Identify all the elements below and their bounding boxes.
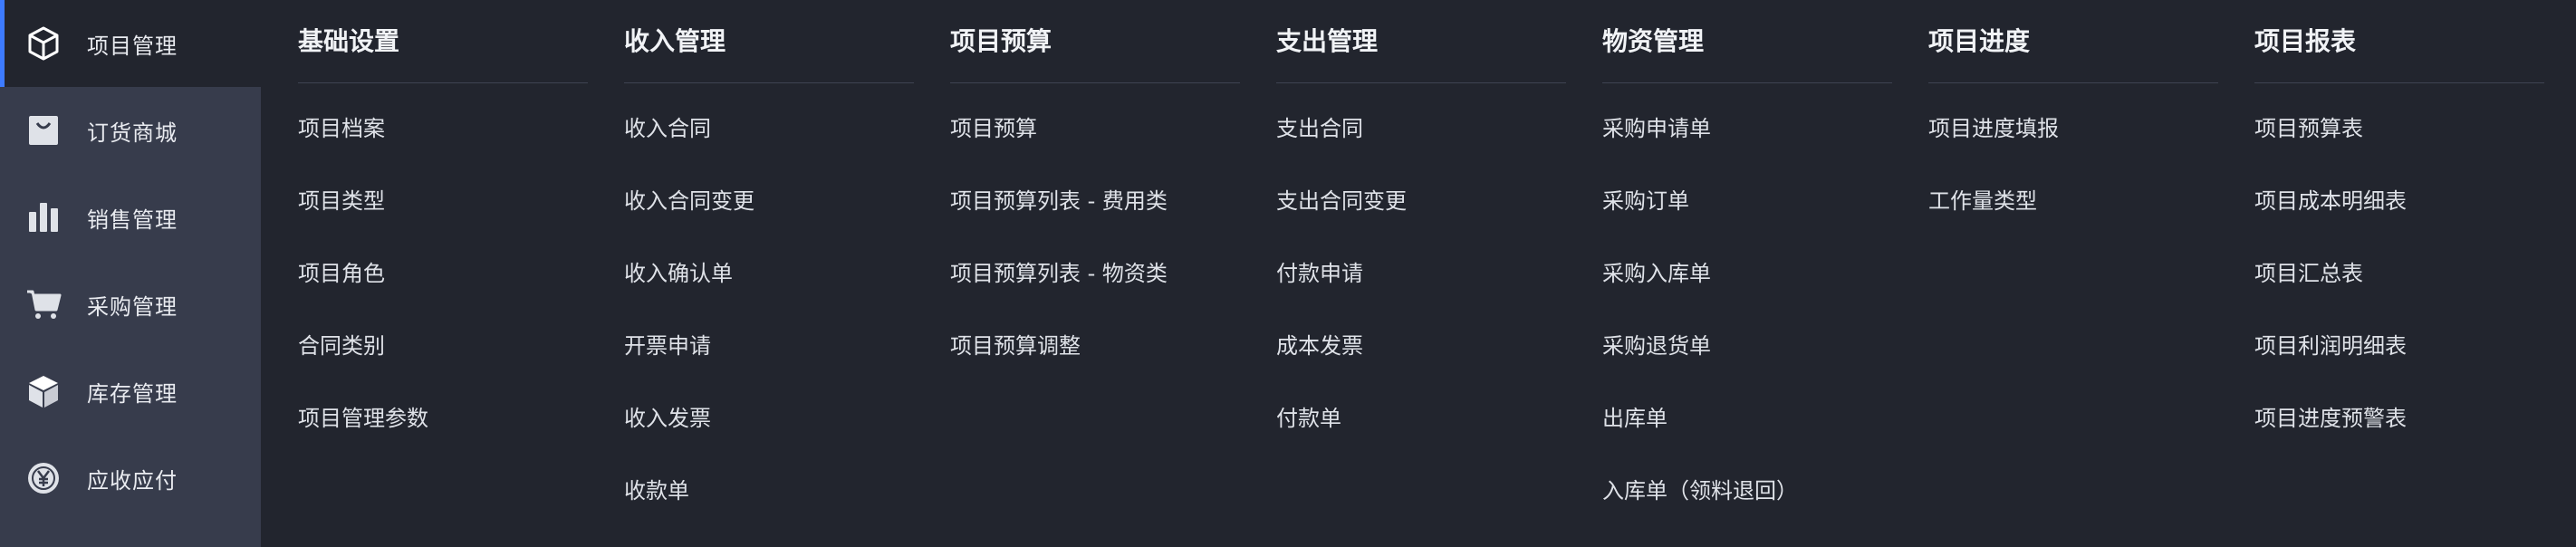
yen-coin-icon: [25, 460, 62, 496]
menu-item[interactable]: 项目汇总表: [2254, 252, 2544, 324]
menu-item[interactable]: 项目角色: [298, 252, 588, 324]
menu-item[interactable]: 出库单: [1602, 397, 1892, 469]
sidebar-item-label: 库存管理: [87, 380, 178, 407]
sidebar-item-project-management[interactable]: 项目管理: [0, 0, 261, 87]
cube-icon: [25, 373, 62, 409]
column-title: 物资管理: [1602, 0, 1892, 83]
sidebar-item-purchase-management[interactable]: 采购管理: [0, 261, 261, 348]
sidebar-item-inventory-management[interactable]: 库存管理: [0, 348, 261, 435]
menu-item[interactable]: 项目管理参数: [298, 397, 588, 469]
menu-item[interactable]: 采购申请单: [1602, 107, 1892, 179]
column-title: 项目进度: [1928, 0, 2218, 83]
sidebar-item-label: 销售管理: [87, 206, 178, 233]
menu-item[interactable]: 收入发票: [624, 397, 914, 469]
menu-item[interactable]: 项目预算调整: [950, 324, 1240, 397]
menu-item[interactable]: 项目进度预警表: [2254, 397, 2544, 469]
sidebar-item-sales-management[interactable]: 销售管理: [0, 174, 261, 261]
menu-item[interactable]: 采购退货单: [1602, 324, 1892, 397]
column-title: 基础设置: [298, 0, 588, 83]
menu-item[interactable]: 项目预算列表 - 费用类: [950, 179, 1240, 252]
sidebar-item-label: 应收应付: [87, 467, 178, 494]
menu-item[interactable]: 合同类别: [298, 324, 588, 397]
menu-item[interactable]: 开票申请: [624, 324, 914, 397]
column-title: 项目报表: [2254, 0, 2544, 83]
submenu-panel: 基础设置 项目档案 项目类型 项目角色 合同类别 项目管理参数 收入管理 收入合…: [261, 0, 2576, 547]
sidebar-item-order-mall[interactable]: 订货商城: [0, 87, 261, 174]
menu-item[interactable]: 采购订单: [1602, 179, 1892, 252]
menu-column-basic-settings: 基础设置 项目档案 项目类型 项目角色 合同类别 项目管理参数: [298, 0, 588, 469]
sidebar-item-label: 项目管理: [87, 33, 178, 59]
sidebar-item-label: 采购管理: [87, 293, 178, 320]
column-title: 收入管理: [624, 0, 914, 83]
menu-column-project-budget: 项目预算 项目预算 项目预算列表 - 费用类 项目预算列表 - 物资类 项目预算…: [950, 0, 1240, 397]
box-icon: [25, 25, 62, 62]
menu-item[interactable]: 入库单（领料退回）: [1602, 469, 1892, 542]
sidebar-item-label: 订货商城: [87, 120, 178, 146]
menu-column-income-management: 收入管理 收入合同 收入合同变更 收入确认单 开票申请 收入发票 收款单: [624, 0, 914, 542]
menu-item[interactable]: 项目档案: [298, 107, 588, 179]
menu-item[interactable]: 成本发票: [1276, 324, 1566, 397]
menu-item[interactable]: 项目利润明细表: [2254, 324, 2544, 397]
shopping-cart-icon: [25, 286, 62, 322]
menu-item[interactable]: 收款单: [624, 469, 914, 542]
menu-column-project-progress: 项目进度 项目进度填报 工作量类型: [1928, 0, 2218, 252]
menu-item[interactable]: 项目预算: [950, 107, 1240, 179]
menu-item[interactable]: 收入确认单: [624, 252, 914, 324]
menu-item[interactable]: 支出合同: [1276, 107, 1566, 179]
menu-column-expense-management: 支出管理 支出合同 支出合同变更 付款申请 成本发票 付款单: [1276, 0, 1566, 469]
menu-item[interactable]: 项目进度填报: [1928, 107, 2218, 179]
menu-item[interactable]: 采购入库单: [1602, 252, 1892, 324]
bar-chart-icon: [25, 199, 62, 235]
menu-column-project-reports: 项目报表 项目预算表 项目成本明细表 项目汇总表 项目利润明细表 项目进度预警表: [2254, 0, 2544, 469]
column-title: 支出管理: [1276, 0, 1566, 83]
shopping-bag-icon: [25, 112, 62, 149]
sidebar: 项目管理 订货商城 销售管理 采购管理 库存管理 应收应付: [0, 0, 261, 547]
menu-item[interactable]: 项目类型: [298, 179, 588, 252]
sidebar-item-receivable-payable[interactable]: 应收应付: [0, 435, 261, 522]
menu-column-material-management: 物资管理 采购申请单 采购订单 采购入库单 采购退货单 出库单 入库单（领料退回…: [1602, 0, 1892, 542]
menu-item[interactable]: 收入合同: [624, 107, 914, 179]
menu-item[interactable]: 付款单: [1276, 397, 1566, 469]
column-title: 项目预算: [950, 0, 1240, 83]
menu-item[interactable]: 支出合同变更: [1276, 179, 1566, 252]
menu-item[interactable]: 付款申请: [1276, 252, 1566, 324]
menu-item[interactable]: 项目预算列表 - 物资类: [950, 252, 1240, 324]
menu-item[interactable]: 项目预算表: [2254, 107, 2544, 179]
menu-item[interactable]: 收入合同变更: [624, 179, 914, 252]
menu-item[interactable]: 工作量类型: [1928, 179, 2218, 252]
mega-menu-app: 项目管理 订货商城 销售管理 采购管理 库存管理 应收应付 基础设置 项目档案 …: [0, 0, 2576, 547]
menu-item[interactable]: 项目成本明细表: [2254, 179, 2544, 252]
